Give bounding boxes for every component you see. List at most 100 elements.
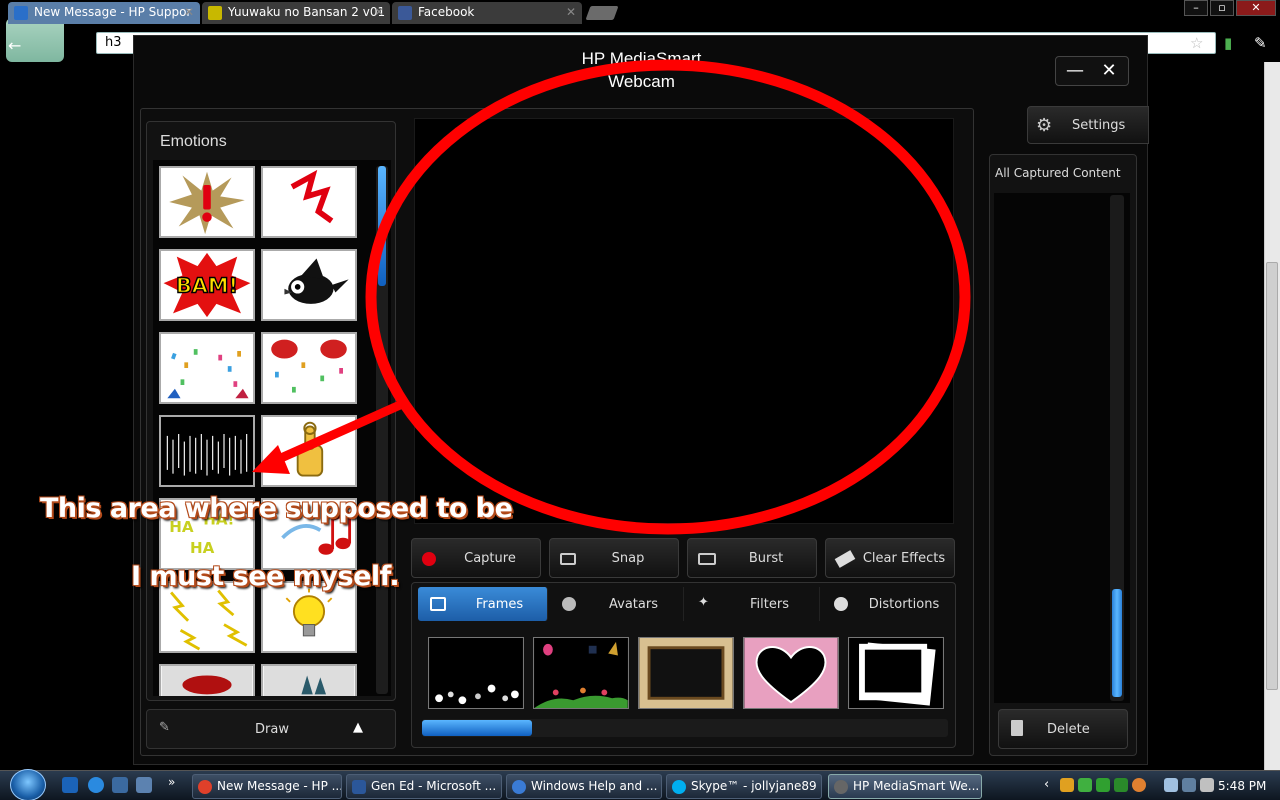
burst-button[interactable]: Burst [687, 538, 817, 578]
internet-explorer-icon[interactable] [88, 777, 104, 793]
emotion-spiky-lines[interactable] [159, 415, 255, 487]
task-webcam[interactable]: HP MediaSmart We... [828, 774, 982, 799]
volume-icon[interactable] [1200, 778, 1214, 792]
frame-heart[interactable] [743, 637, 839, 709]
window-close-button[interactable]: ✕ [1236, 0, 1276, 16]
show-desktop-icon[interactable] [62, 777, 78, 793]
task-word[interactable]: Gen Ed - Microsoft ... [346, 774, 502, 799]
facebook-icon [398, 6, 412, 20]
tray-h-icon[interactable] [1096, 778, 1110, 792]
window-restore-button[interactable]: ▫ [1210, 0, 1234, 16]
captured-scrollbar-thumb[interactable] [1112, 589, 1122, 697]
webcam-preview [414, 118, 954, 524]
bam-icon: BAM! [163, 252, 251, 318]
emotions-panel: Emotions BAM! HA HA! HA [146, 121, 396, 701]
tab-filters[interactable]: ✦ Filters [686, 587, 820, 621]
teeth-icon [263, 666, 355, 696]
new-tab-button[interactable] [585, 6, 619, 20]
network-icon[interactable] [1182, 778, 1196, 792]
back-arrow-icon[interactable]: ← [8, 36, 21, 55]
tray-app-icon[interactable] [1060, 778, 1074, 792]
task-skype[interactable]: Skype™ - jollyjane89 [666, 774, 822, 799]
captured-content-panel: All Captured Content Delete [989, 154, 1137, 756]
tab-distortions[interactable]: Distortions [822, 587, 952, 621]
light-bulb-icon [285, 588, 333, 637]
emotion-red-lips-confetti[interactable] [261, 332, 357, 404]
clear-effects-button[interactable]: Clear Effects [825, 538, 955, 578]
emotion-red-mouth[interactable] [159, 664, 255, 696]
task-chrome[interactable]: New Message - HP ... [192, 774, 342, 799]
lightning-icon [170, 589, 248, 651]
bird-icon [284, 258, 349, 304]
start-button[interactable] [10, 769, 46, 800]
annotation-line1: This area where supposed to be [40, 493, 513, 524]
zigzag-icon [290, 169, 334, 224]
tray-green-icon[interactable] [1114, 778, 1128, 792]
bookmark-star-icon[interactable]: ☆ [1190, 34, 1203, 52]
signal-bars-icon[interactable]: ▮ [1224, 34, 1232, 52]
capture-button[interactable]: Capture [411, 538, 541, 578]
tray-device-icon[interactable] [1164, 778, 1178, 792]
wrench-icon[interactable]: ✎ [1254, 34, 1267, 52]
close-tab-icon[interactable]: ✕ [374, 5, 384, 19]
snap-button[interactable]: Snap [549, 538, 679, 578]
record-icon [422, 552, 436, 566]
frame-bubbles[interactable] [428, 637, 524, 709]
emotion-confetti[interactable] [159, 332, 255, 404]
tray-orange-icon[interactable] [1132, 778, 1146, 792]
exclamation-burst-icon [169, 171, 245, 235]
minimize-button[interactable]: — [1060, 60, 1090, 82]
task-help[interactable]: Windows Help and ... [506, 774, 662, 799]
burst-icon [698, 553, 716, 565]
chevron-right-icon[interactable]: » [168, 775, 175, 789]
frame-wood[interactable] [638, 637, 734, 709]
page-scrollbar-thumb[interactable] [1266, 262, 1278, 690]
frame-icon [430, 597, 446, 611]
quick-launch-icon[interactable] [136, 777, 152, 793]
frame-polaroid[interactable] [848, 637, 944, 709]
clear-effects-label: Clear Effects [862, 551, 946, 566]
draw-bar[interactable]: ✎ Draw ▲ [146, 709, 396, 749]
settings-button[interactable]: ⚙ Settings [1027, 106, 1149, 144]
delete-label: Delete [1047, 722, 1090, 737]
close-tab-icon[interactable]: ✕ [184, 5, 194, 19]
delete-button[interactable]: Delete [998, 709, 1128, 749]
tab-avatars[interactable]: Avatars [550, 587, 684, 621]
tray-expand-icon[interactable]: ‹ [1044, 777, 1049, 792]
emotion-thumbs-up[interactable] [261, 415, 357, 487]
gear-icon: ⚙ [1036, 115, 1053, 136]
captured-content-title: All Captured Content [995, 166, 1121, 180]
camera-icon [560, 553, 576, 565]
party-frame-icon [534, 638, 628, 708]
task-word-label: Gen Ed - Microsoft ... [371, 779, 497, 793]
switch-windows-icon[interactable] [112, 777, 128, 793]
avatar-icon [562, 597, 576, 611]
browser-tab-2[interactable]: Yuuwaku no Bansan 2 v01 ✕ [202, 2, 390, 24]
annotation-line2: I must see myself. [131, 561, 400, 592]
emotion-exclamation-burst[interactable] [159, 166, 255, 238]
frames-scrollbar-thumb[interactable] [422, 720, 532, 736]
tab-filters-label: Filters [750, 597, 789, 612]
expand-up-icon[interactable]: ▲ [353, 720, 363, 735]
emotion-black-bird[interactable] [261, 249, 357, 321]
close-button[interactable]: ✕ [1094, 60, 1124, 82]
emotions-scrollbar-thumb[interactable] [378, 166, 386, 286]
bubbles-frame-icon [429, 638, 523, 708]
emotion-bam[interactable]: BAM! [159, 249, 255, 321]
browser-tab-2-label: Yuuwaku no Bansan 2 v01 [228, 5, 386, 19]
tray-shield-icon[interactable] [1078, 778, 1092, 792]
browser-tab-1-label: New Message - HP Suppor [34, 5, 192, 19]
tab-frames[interactable]: Frames [418, 587, 548, 621]
browser-tab-1[interactable]: New Message - HP Suppor ✕ [8, 2, 200, 24]
task-help-label: Windows Help and ... [531, 779, 658, 793]
window-minimize-button[interactable]: – [1184, 0, 1208, 16]
browser-tab-3[interactable]: Facebook ✕ [392, 2, 582, 24]
clock[interactable]: 5:48 PM [1218, 779, 1266, 793]
emotion-teeth[interactable] [261, 664, 357, 696]
frame-party[interactable] [533, 637, 629, 709]
spiky-lines-icon [166, 434, 248, 476]
capture-label: Capture [464, 551, 516, 566]
close-tab-icon[interactable]: ✕ [566, 5, 576, 19]
wood-frame-icon [639, 638, 733, 708]
emotion-red-zigzag[interactable] [261, 166, 357, 238]
